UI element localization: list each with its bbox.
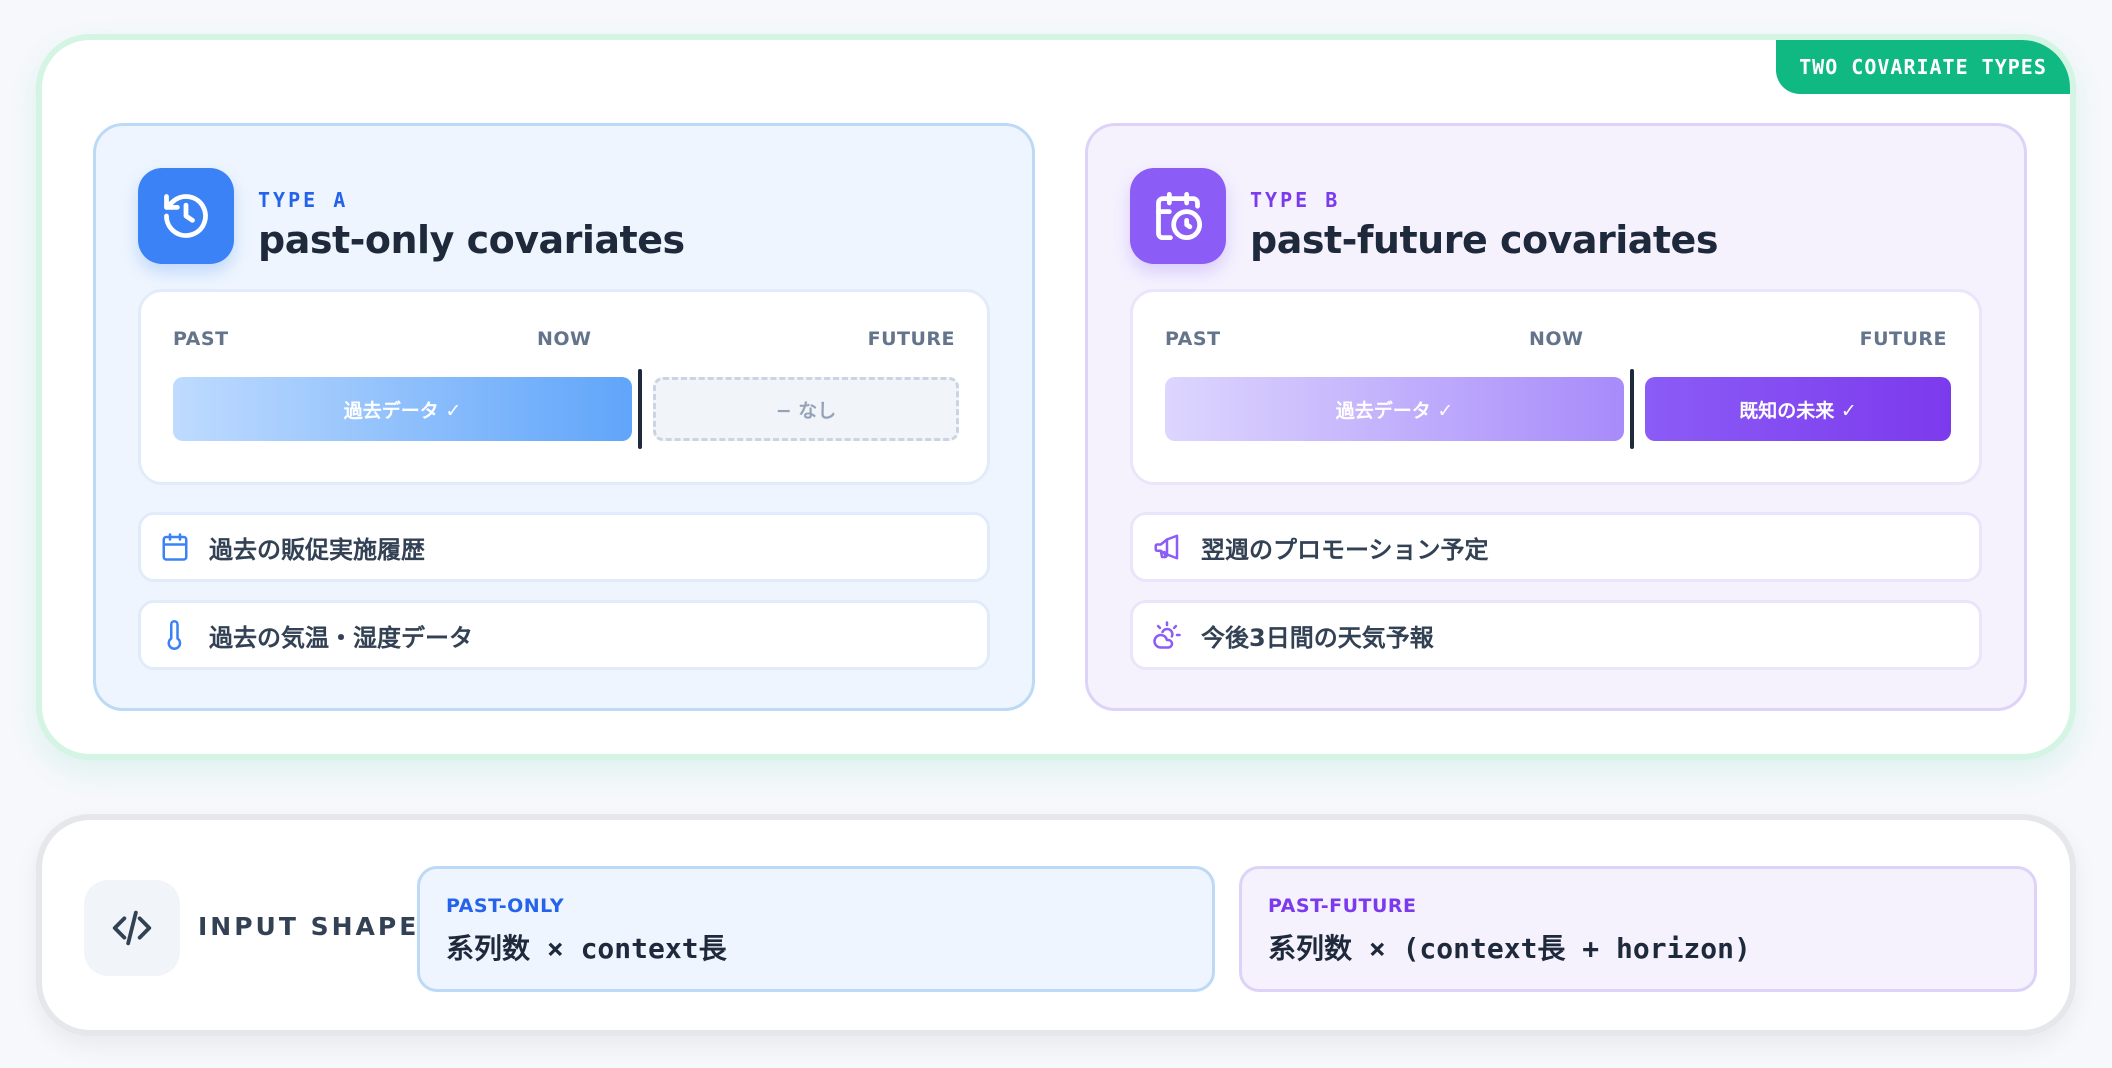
example-text: 過去の気温・湿度データ bbox=[209, 623, 473, 652]
known-future-bar: 既知の未来 ✓ bbox=[1645, 377, 1951, 441]
past-future-label: PAST-FUTURE bbox=[1268, 895, 1417, 917]
covariate-types-badge: TWO COVARIATE TYPES bbox=[1776, 40, 2070, 94]
type-a-title: past-only covariates bbox=[258, 218, 685, 262]
timeline-now-label: NOW bbox=[537, 328, 592, 350]
past-data-bar: 過去データ ✓ bbox=[173, 377, 632, 441]
timeline-future-label: FUTURE bbox=[1859, 328, 1947, 350]
type-b-title: past-future covariates bbox=[1250, 218, 1718, 262]
type-a-timeline: PAST NOW FUTURE 過去データ ✓ − なし bbox=[138, 289, 990, 485]
type-b-example: 翌週のプロモーション予定 bbox=[1130, 512, 1982, 582]
type-b-panel: TYPE B past-future covariates PAST NOW F… bbox=[1085, 123, 2027, 711]
megaphone-icon bbox=[1151, 531, 1183, 563]
type-a-example: 過去の販促実施履歴 bbox=[138, 512, 990, 582]
example-text: 過去の販促実施履歴 bbox=[209, 535, 425, 564]
timeline-past-label: PAST bbox=[1165, 328, 1221, 350]
timeline-now-label: NOW bbox=[1529, 328, 1584, 350]
timeline-future-label: FUTURE bbox=[867, 328, 955, 350]
calendar-clock-icon bbox=[1130, 168, 1226, 264]
past-data-bar: 過去データ ✓ bbox=[1165, 377, 1624, 441]
past-only-shape: PAST-ONLY 系列数 × context長 bbox=[417, 866, 1215, 992]
example-text: 翌週のプロモーション予定 bbox=[1201, 535, 1489, 564]
type-b-example: 今後3日間の天気予報 bbox=[1130, 600, 1982, 670]
timeline-past-label: PAST bbox=[173, 328, 229, 350]
past-only-formula: 系列数 × context長 bbox=[446, 932, 727, 965]
type-b-label: TYPE B bbox=[1250, 188, 1341, 212]
sun-cloud-icon bbox=[1151, 619, 1183, 651]
past-only-label: PAST-ONLY bbox=[446, 895, 565, 917]
example-text: 今後3日間の天気予報 bbox=[1201, 623, 1434, 652]
code-icon bbox=[84, 880, 180, 976]
now-divider bbox=[1630, 369, 1634, 449]
now-divider bbox=[638, 369, 642, 449]
type-a-example: 過去の気温・湿度データ bbox=[138, 600, 990, 670]
type-a-panel: TYPE A past-only covariates PAST NOW FUT… bbox=[93, 123, 1035, 711]
past-future-shape: PAST-FUTURE 系列数 × (context長 + horizon) bbox=[1239, 866, 2037, 992]
past-future-formula: 系列数 × (context長 + horizon) bbox=[1268, 932, 1751, 965]
input-shape-card: INPUT SHAPE PAST-ONLY 系列数 × context長 PAS… bbox=[36, 814, 2076, 1036]
history-icon bbox=[138, 168, 234, 264]
type-a-label: TYPE A bbox=[258, 188, 349, 212]
input-shape-label: INPUT SHAPE bbox=[198, 912, 420, 941]
thermometer-icon bbox=[159, 619, 191, 651]
calendar-icon bbox=[159, 531, 191, 563]
type-b-timeline: PAST NOW FUTURE 過去データ ✓ 既知の未来 ✓ bbox=[1130, 289, 1982, 485]
covariate-types-card: TWO COVARIATE TYPES TYPE A past-only cov… bbox=[36, 34, 2076, 760]
no-future-bar: − なし bbox=[653, 377, 959, 441]
